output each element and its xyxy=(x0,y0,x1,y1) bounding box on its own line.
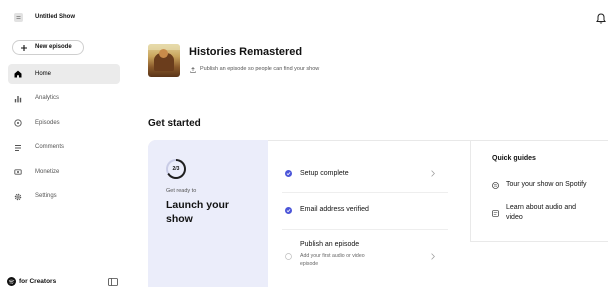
sidebar-item-monetize[interactable]: Monetize xyxy=(8,162,120,182)
show-title: Histories Remastered xyxy=(189,46,303,58)
home-icon xyxy=(14,70,22,78)
collapse-sidebar-icon[interactable] xyxy=(108,278,118,286)
step-label: Publish an episode xyxy=(300,241,360,248)
show-switcher-icon xyxy=(14,13,23,22)
guide-label: Tour your show on Spotify xyxy=(506,181,587,188)
step-description: Add your first audio or video episode xyxy=(300,253,365,267)
upload-icon xyxy=(190,66,196,73)
get-started-heading: Get started xyxy=(148,118,201,129)
sidebar-item-episodes[interactable]: Episodes xyxy=(8,113,120,133)
sidebar-item-comments[interactable]: Comments xyxy=(8,138,120,158)
progress-ring: 2/3 xyxy=(166,159,186,179)
sidebar: Untitled Show New episode Home Analytics xyxy=(0,0,126,287)
step-divider xyxy=(282,192,448,193)
document-icon xyxy=(492,209,499,217)
spotify-logo-icon xyxy=(7,277,16,286)
quick-guides-panel xyxy=(470,140,608,242)
show-cover-art xyxy=(148,44,180,77)
step-label: Email address verified xyxy=(300,206,369,213)
sidebar-item-label: Analytics xyxy=(35,95,60,101)
guide-tour-show[interactable]: Tour your show on Spotify xyxy=(490,181,602,191)
sidebar-item-label: Settings xyxy=(35,193,57,199)
progress-text: 2/3 xyxy=(172,165,180,172)
monetize-icon xyxy=(14,169,22,175)
spotify-for-creators-logo[interactable]: for Creators xyxy=(7,277,77,286)
comments-icon xyxy=(15,144,21,151)
logo-text: for Creators xyxy=(19,278,57,285)
check-circle-icon xyxy=(285,170,292,177)
launch-eyebrow: Get ready to xyxy=(166,188,197,194)
episodes-icon xyxy=(14,119,22,127)
notifications-bell-icon[interactable] xyxy=(596,13,606,24)
guide-label: Learn about audio and video xyxy=(506,204,577,221)
step-setup-complete[interactable]: Setup complete xyxy=(282,170,448,178)
guide-audio-video[interactable]: Learn about audio and video xyxy=(490,203,602,223)
analytics-icon xyxy=(14,95,22,102)
chevron-right-icon xyxy=(431,252,435,260)
sidebar-item-label: Comments xyxy=(35,144,65,150)
new-episode-label: New episode xyxy=(35,44,72,50)
chevron-right-icon xyxy=(431,170,435,177)
step-divider xyxy=(282,229,448,230)
sidebar-item-label: Episodes xyxy=(35,119,60,126)
show-subtitle: Publish an episode so people can find yo… xyxy=(200,66,320,72)
sidebar-item-home[interactable]: Home xyxy=(8,64,120,84)
sidebar-item-analytics[interactable]: Analytics xyxy=(8,89,120,109)
step-publish-episode[interactable]: Publish an episode Add your first audio … xyxy=(282,241,448,269)
new-episode-button[interactable]: New episode xyxy=(12,40,84,55)
show-switcher[interactable]: Untitled Show xyxy=(10,10,110,25)
plus-icon xyxy=(21,44,27,51)
step-label: Setup complete xyxy=(300,169,349,177)
settings-icon xyxy=(14,193,22,200)
show-name: Untitled Show xyxy=(35,14,75,20)
check-circle-icon xyxy=(285,206,292,214)
launch-title: Launch your show xyxy=(166,199,230,225)
sidebar-item-label: Monetize xyxy=(35,168,60,175)
sidebar-item-settings[interactable]: Settings xyxy=(8,187,120,207)
quick-guides-heading: Quick guides xyxy=(492,155,536,162)
sidebar-nav: Home Analytics Episodes Comments Monetiz… xyxy=(8,64,120,211)
step-email-verified[interactable]: Email address verified xyxy=(282,206,448,214)
empty-circle-icon xyxy=(285,252,292,260)
sidebar-item-label: Home xyxy=(35,70,52,77)
spotify-icon xyxy=(492,181,499,189)
